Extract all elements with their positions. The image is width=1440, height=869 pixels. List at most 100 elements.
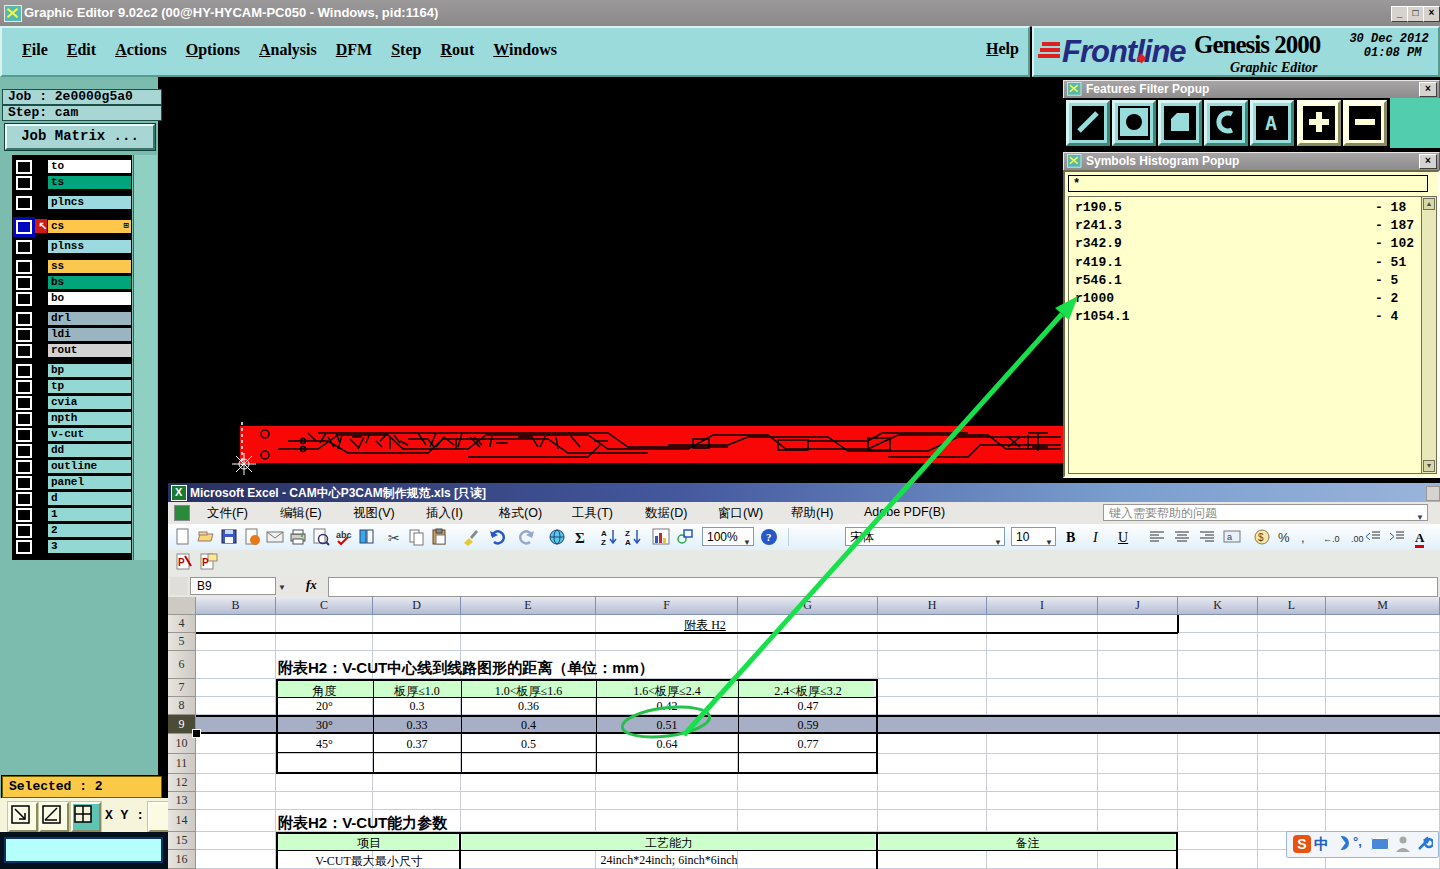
column-header-K[interactable]: K: [1178, 597, 1258, 615]
font-color-button[interactable]: A: [1415, 528, 1433, 546]
percent-button[interactable]: %: [1278, 528, 1296, 546]
layer-checkbox-bp[interactable]: [16, 364, 32, 378]
layer-npth[interactable]: npth: [47, 411, 132, 426]
layer-checkbox-ts[interactable]: [16, 176, 32, 190]
layer-d[interactable]: d: [47, 491, 132, 506]
excel-menu-6[interactable]: 工具(T): [572, 505, 613, 522]
help-question-box[interactable]: 键入需要帮助的问题▼: [1103, 504, 1428, 521]
exclude-filter-button[interactable]: [1343, 100, 1387, 146]
sort-ascending-icon[interactable]: AZ: [600, 528, 618, 546]
layer-checkbox-3[interactable]: [16, 540, 32, 554]
grid-tool-button[interactable]: [71, 802, 101, 832]
punctuation-icon[interactable]: °,: [1353, 834, 1362, 849]
excel-menu-2[interactable]: 编辑(E): [280, 505, 322, 522]
new-document-icon[interactable]: [174, 528, 192, 546]
layer-checkbox-ss[interactable]: [16, 260, 32, 274]
menu-file[interactable]: File: [22, 41, 48, 59]
namebox-dropdown[interactable]: ▼: [278, 583, 286, 592]
sogou-logo-icon[interactable]: S: [1293, 835, 1311, 853]
name-box[interactable]: B9: [190, 577, 276, 595]
layer-checkbox-bo[interactable]: [16, 292, 32, 306]
excel-menu-8[interactable]: 窗口(W): [718, 505, 763, 522]
menu-dfm[interactable]: DFM: [336, 41, 372, 59]
undo-icon[interactable]: [488, 528, 506, 546]
bold-button[interactable]: B: [1066, 528, 1084, 546]
row-header-12[interactable]: 12: [168, 774, 196, 792]
keyboard-icon[interactable]: [1371, 838, 1389, 850]
command-input[interactable]: [4, 837, 163, 863]
layer-dd[interactable]: dd: [47, 443, 132, 458]
histogram-row[interactable]: r1054.1- 4: [1075, 309, 1415, 324]
layer-checkbox-ldi[interactable]: [16, 328, 32, 342]
layer-outline[interactable]: outline: [47, 459, 132, 474]
include-filter-button[interactable]: [1297, 100, 1341, 146]
maximize-button[interactable]: □: [1407, 6, 1424, 22]
layer-list-scrollbar[interactable]: [133, 155, 157, 560]
layer-ts[interactable]: ts: [47, 175, 132, 190]
excel-menu-10[interactable]: Adobe PDF(B): [864, 505, 945, 519]
layer-v-cut[interactable]: v-cut: [47, 427, 132, 442]
row-header-15[interactable]: 15: [168, 832, 196, 850]
print-preview-icon[interactable]: [312, 528, 330, 546]
histogram-row[interactable]: r241.3- 187: [1075, 218, 1415, 233]
histogram-filter-input[interactable]: *: [1068, 175, 1428, 192]
excel-menu-1[interactable]: 文件(F): [207, 505, 248, 522]
layer-checkbox-2[interactable]: [16, 524, 32, 538]
align-right-button[interactable]: [1198, 528, 1216, 546]
formula-input[interactable]: [328, 577, 1438, 597]
layer-checkbox-drl[interactable]: [16, 312, 32, 326]
text-filter-button[interactable]: A: [1250, 100, 1294, 146]
layer-checkbox-outline[interactable]: [16, 460, 32, 474]
increase-decimal-button[interactable]: ←.0.00: [1323, 528, 1341, 546]
increase-indent-button[interactable]: [1388, 528, 1406, 546]
histogram-row[interactable]: r419.1- 51: [1075, 255, 1415, 270]
features-filter-close[interactable]: ×: [1419, 82, 1437, 97]
insert-hyperlink-icon[interactable]: [548, 528, 566, 546]
row-header-4[interactable]: 4: [168, 615, 196, 633]
redo-icon[interactable]: [518, 528, 536, 546]
measure-tool-button[interactable]: [39, 802, 69, 832]
layer-checkbox-plncs[interactable]: [16, 196, 32, 210]
spelling-icon[interactable]: abc: [335, 528, 353, 546]
merge-center-button[interactable]: a: [1223, 528, 1241, 546]
histogram-close[interactable]: ×: [1419, 154, 1437, 169]
row-header-11[interactable]: 11: [168, 754, 196, 774]
chart-wizard-icon[interactable]: [652, 528, 670, 546]
close-button[interactable]: ×: [1423, 6, 1440, 22]
layer-panel[interactable]: panel: [47, 475, 132, 490]
column-header-H[interactable]: H: [878, 597, 987, 615]
drawing-icon[interactable]: [676, 528, 694, 546]
minimize-button[interactable]: _: [1391, 6, 1408, 22]
row-header-16[interactable]: 16: [168, 850, 196, 869]
email-icon[interactable]: [266, 528, 284, 546]
layer-bo[interactable]: bo: [47, 291, 132, 306]
layer-checkbox-bs[interactable]: [16, 276, 32, 290]
layer-checkbox-to[interactable]: [16, 160, 32, 174]
row-header-14[interactable]: 14: [168, 810, 196, 832]
layer-plnss[interactable]: plnss: [47, 239, 132, 254]
excel-menu-3[interactable]: 视图(V): [353, 505, 395, 522]
chinese-mode-icon[interactable]: 中: [1314, 835, 1329, 854]
help-icon[interactable]: ?: [760, 528, 778, 546]
row-header-5[interactable]: 5: [168, 633, 196, 651]
menu-windows[interactable]: Windows: [493, 41, 557, 59]
layer-checkbox-d[interactable]: [16, 492, 32, 506]
column-header-G[interactable]: G: [738, 597, 878, 615]
histogram-titlebar[interactable]: Symbols Histogram Popup ×: [1063, 152, 1440, 171]
job-matrix-button[interactable]: Job Matrix ...: [5, 124, 155, 150]
layer-checkbox-cs[interactable]: [16, 220, 32, 234]
research-icon[interactable]: [358, 528, 376, 546]
autosum-icon[interactable]: Σ: [572, 528, 590, 546]
layer-tp[interactable]: tp: [47, 379, 132, 394]
font-size-combo[interactable]: 10▼: [1011, 527, 1056, 546]
pads-filter-button[interactable]: [1112, 100, 1156, 146]
select-all-corner[interactable]: [168, 597, 196, 615]
zoom-tool-button[interactable]: [8, 802, 38, 832]
column-header-L[interactable]: L: [1258, 597, 1326, 615]
align-center-button[interactable]: [1173, 528, 1191, 546]
histogram-scrollbar[interactable]: ▲ ▼: [1421, 196, 1437, 474]
user-icon[interactable]: [1395, 835, 1411, 857]
layer-checkbox-1[interactable]: [16, 508, 32, 522]
menu-analysis[interactable]: Analysis: [259, 41, 317, 59]
print-icon[interactable]: [289, 528, 307, 546]
